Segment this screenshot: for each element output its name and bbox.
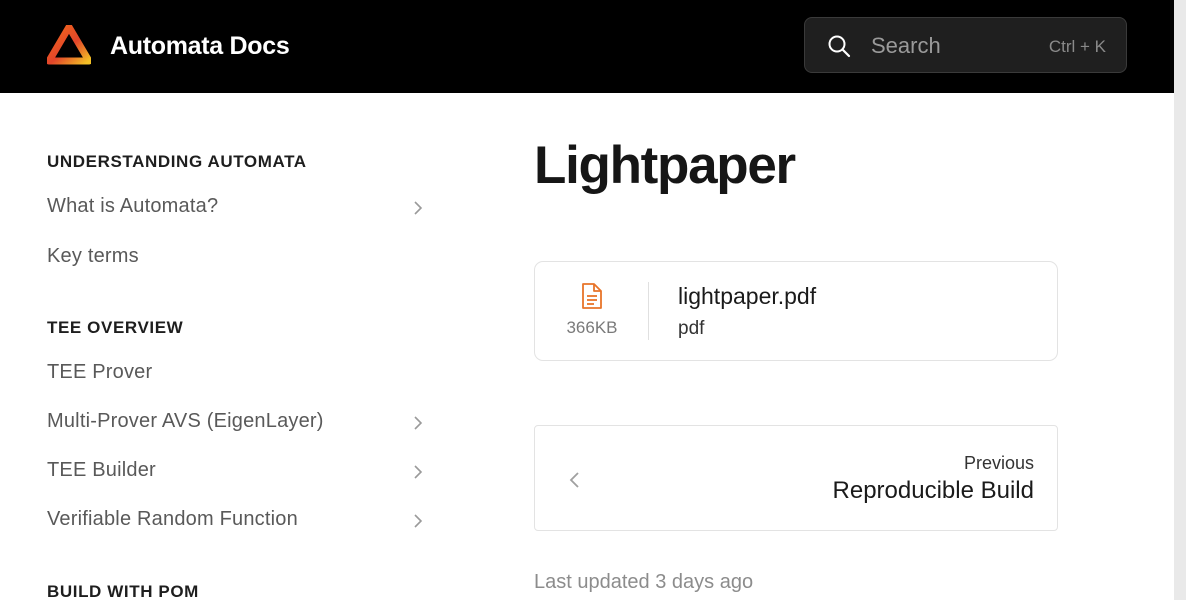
sidebar-item-label: TEE Prover [47, 361, 153, 383]
home-link[interactable]: Automata Docs [47, 25, 290, 67]
search-icon [828, 35, 851, 58]
sidebar-item-key-terms[interactable]: Key terms [47, 245, 427, 275]
last-updated-text: Last updated 3 days ago [534, 571, 754, 593]
file-size: 366KB [566, 318, 618, 337]
search-shortcut-hint: Ctrl + K [1048, 37, 1106, 56]
divider [648, 282, 649, 340]
pager-previous-label: Previous [963, 453, 1034, 473]
sidebar-item-label: TEE Builder [47, 459, 156, 481]
sidebar-item-label: What is Automata? [47, 195, 219, 217]
page-scrollbar[interactable] [1174, 0, 1186, 600]
search-box[interactable]: Search Ctrl + K [804, 17, 1127, 73]
automata-logo-icon [47, 25, 91, 65]
pager-previous-title: Reproducible Build [832, 477, 1034, 504]
chevron-left-icon [569, 472, 579, 488]
chevron-right-icon [414, 465, 423, 479]
sidebar-item-tee-builder[interactable]: TEE Builder [47, 459, 427, 489]
sidebar-section-heading: BUILD WITH POM [47, 582, 199, 601]
sidebar-section-heading: TEE OVERVIEW [47, 318, 184, 337]
file-attachment-card[interactable]: 366KB lightpaper.pdf pdf [534, 261, 1058, 361]
sidebar-item-verifiable-random-function[interactable]: Verifiable Random Function [47, 508, 427, 538]
page-title: Lightpaper [534, 136, 796, 195]
chevron-right-icon [414, 201, 423, 215]
site-title: Automata Docs [110, 31, 290, 60]
file-type: pdf [678, 318, 705, 339]
sidebar-item-label: Multi-Prover AVS (EigenLayer) [47, 410, 324, 432]
sidebar-item-label: Key terms [47, 245, 139, 267]
previous-page-link[interactable]: Previous Reproducible Build [534, 425, 1058, 531]
chevron-right-icon [414, 514, 423, 528]
file-name: lightpaper.pdf [678, 283, 817, 309]
top-header: Automata Docs Search Ctrl + K [0, 0, 1174, 93]
sidebar-item-what-is-automata[interactable]: What is Automata? [47, 195, 427, 225]
chevron-right-icon [414, 416, 423, 430]
sidebar-item-label: Verifiable Random Function [47, 508, 298, 530]
sidebar-item-multi-prover-avs[interactable]: Multi-Prover AVS (EigenLayer) [47, 410, 427, 440]
sidebar-section-heading: UNDERSTANDING AUTOMATA [47, 152, 307, 171]
sidebar-item-tee-prover[interactable]: TEE Prover [47, 361, 427, 391]
search-placeholder: Search [871, 33, 941, 58]
document-icon [582, 283, 602, 309]
